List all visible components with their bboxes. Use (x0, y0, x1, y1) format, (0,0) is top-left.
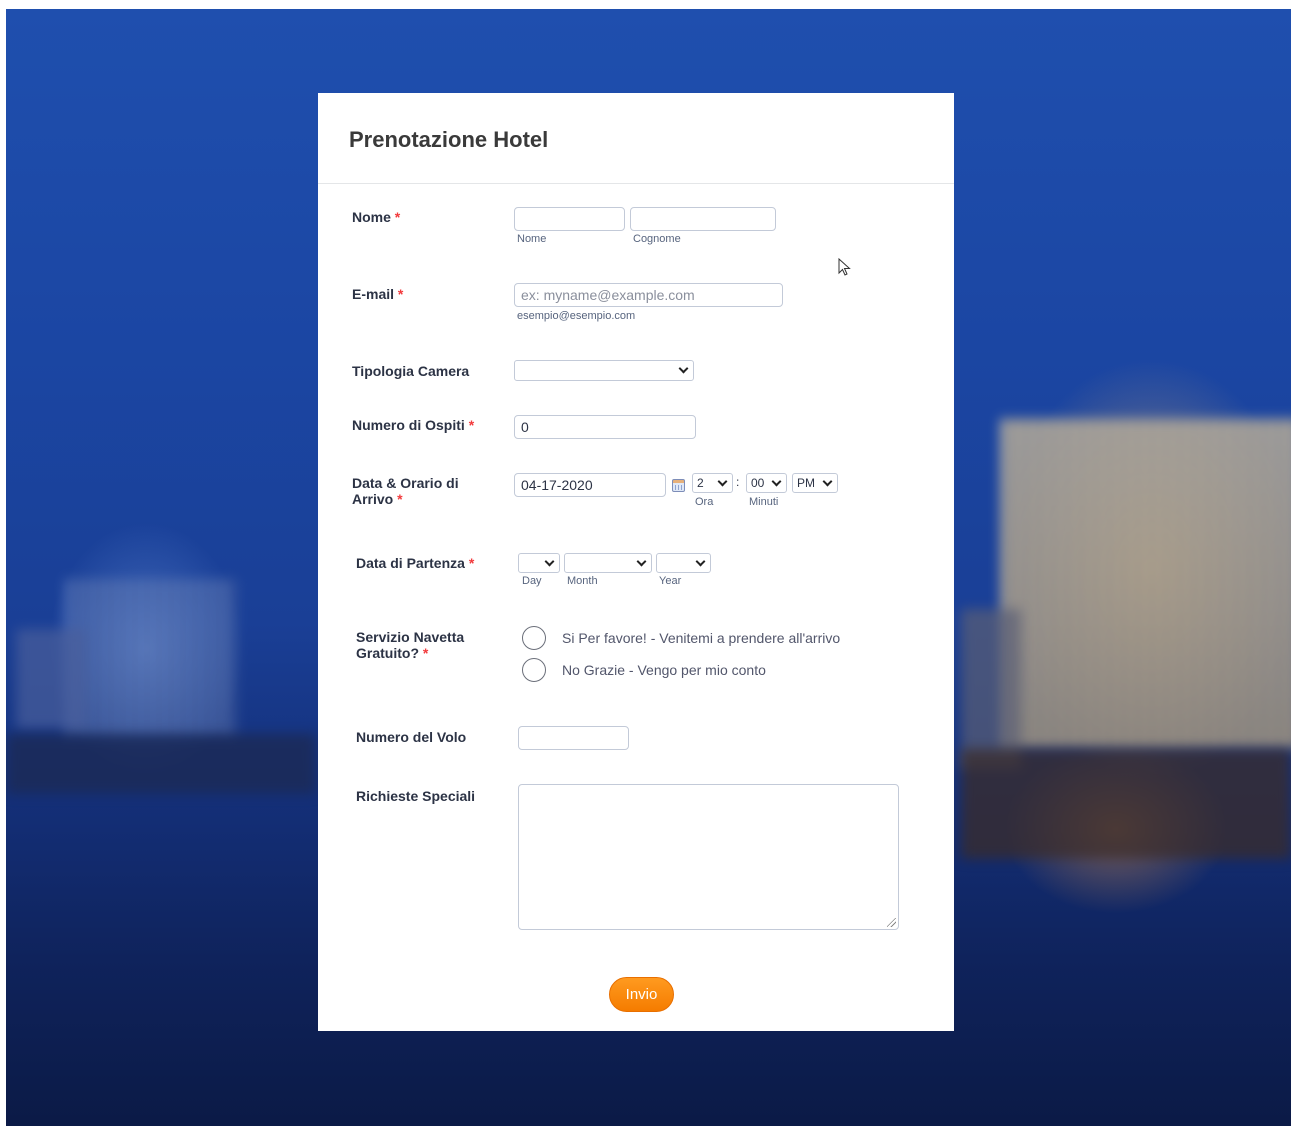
building (961, 609, 1021, 769)
submit-button[interactable]: Invio (609, 977, 674, 1012)
arrival-label: Data & Orario di Arrivo * (352, 475, 482, 507)
room-type-label: Tipologia Camera (352, 363, 470, 379)
calendar-icon[interactable] (672, 479, 685, 492)
email-label-text: E-mail (352, 286, 395, 302)
email-input[interactable] (514, 283, 783, 307)
email-label: E-mail * (352, 286, 403, 302)
time-separator: : (736, 475, 740, 489)
chevron-down-icon (771, 476, 782, 486)
special-requests-textarea[interactable] (518, 784, 899, 930)
building (16, 629, 86, 729)
first-name-input[interactable] (514, 207, 625, 231)
building (66, 579, 236, 739)
guests-input[interactable] (514, 415, 696, 439)
nome-label-text: Nome (352, 209, 391, 225)
arrival-label-text: Data & Orario di Arrivo (352, 475, 459, 507)
chevron-down-icon (544, 556, 555, 566)
mouse-pointer-icon (838, 258, 851, 276)
day-sublabel: Day (522, 575, 542, 587)
shuttle-label: Servizio Navetta Gratuito? * (356, 629, 486, 661)
year-sublabel: Year (659, 575, 682, 587)
booking-form-card: Prenotazione Hotel Nome * Nome Cognome E… (318, 93, 954, 1031)
chevron-down-icon (822, 476, 833, 486)
required-marker: * (468, 555, 475, 571)
required-marker: * (397, 286, 404, 302)
required-marker: * (422, 645, 429, 661)
chevron-down-icon (717, 476, 728, 486)
month-sublabel: Month (567, 575, 598, 587)
email-sublabel: esempio@esempio.com (517, 310, 636, 322)
shuttle-yes-label[interactable]: Si Per favore! - Venitemi a prendere all… (562, 630, 840, 646)
arrival-date-input[interactable] (514, 473, 666, 497)
hour-sublabel: Ora (695, 496, 714, 508)
guests-label: Numero di Ospiti * (352, 417, 474, 433)
departure-label: Data di Partenza * (356, 555, 474, 571)
flight-label: Numero del Volo (356, 729, 467, 745)
special-requests-label: Richieste Speciali (356, 788, 476, 804)
shuttle-label-text: Servizio Navetta Gratuito? (356, 629, 465, 661)
resize-handle-icon[interactable] (887, 918, 896, 927)
required-marker: * (397, 491, 403, 507)
form-title: Prenotazione Hotel (349, 127, 549, 152)
chevron-down-icon (695, 556, 706, 566)
arrival-minute-value: 00 (751, 476, 765, 490)
required-marker: * (394, 209, 401, 225)
last-name-sublabel: Cognome (633, 233, 681, 245)
hotel-building (1001, 419, 1291, 749)
chevron-down-icon (678, 363, 689, 374)
departure-month-select[interactable] (564, 553, 652, 573)
arrival-hour-value: 2 (697, 476, 704, 490)
guests-label-text: Numero di Ospiti (352, 417, 465, 433)
first-name-sublabel: Nome (517, 233, 547, 245)
last-name-input[interactable] (630, 207, 776, 231)
arrival-hour-select[interactable]: 2 (692, 473, 733, 493)
room-type-select[interactable] (514, 360, 694, 381)
arrival-minute-select[interactable]: 00 (746, 473, 787, 493)
nome-label: Nome * (352, 209, 400, 225)
departure-year-select[interactable] (656, 553, 711, 573)
shoreline (961, 749, 1291, 859)
chevron-down-icon (636, 556, 647, 566)
shuttle-yes-radio[interactable] (522, 626, 546, 650)
shuttle-no-radio[interactable] (522, 658, 546, 682)
form-header: Prenotazione Hotel (318, 93, 954, 184)
flight-number-input[interactable] (518, 726, 629, 750)
minute-sublabel: Minuti (749, 496, 779, 508)
shoreline (6, 734, 316, 794)
arrival-ampm-value: PM (797, 476, 815, 490)
departure-label-text: Data di Partenza (356, 555, 465, 571)
arrival-ampm-select[interactable]: PM (792, 473, 838, 493)
shuttle-no-label[interactable]: No Grazie - Vengo per mio conto (562, 662, 766, 678)
departure-day-select[interactable] (518, 553, 560, 573)
required-marker: * (468, 417, 475, 433)
